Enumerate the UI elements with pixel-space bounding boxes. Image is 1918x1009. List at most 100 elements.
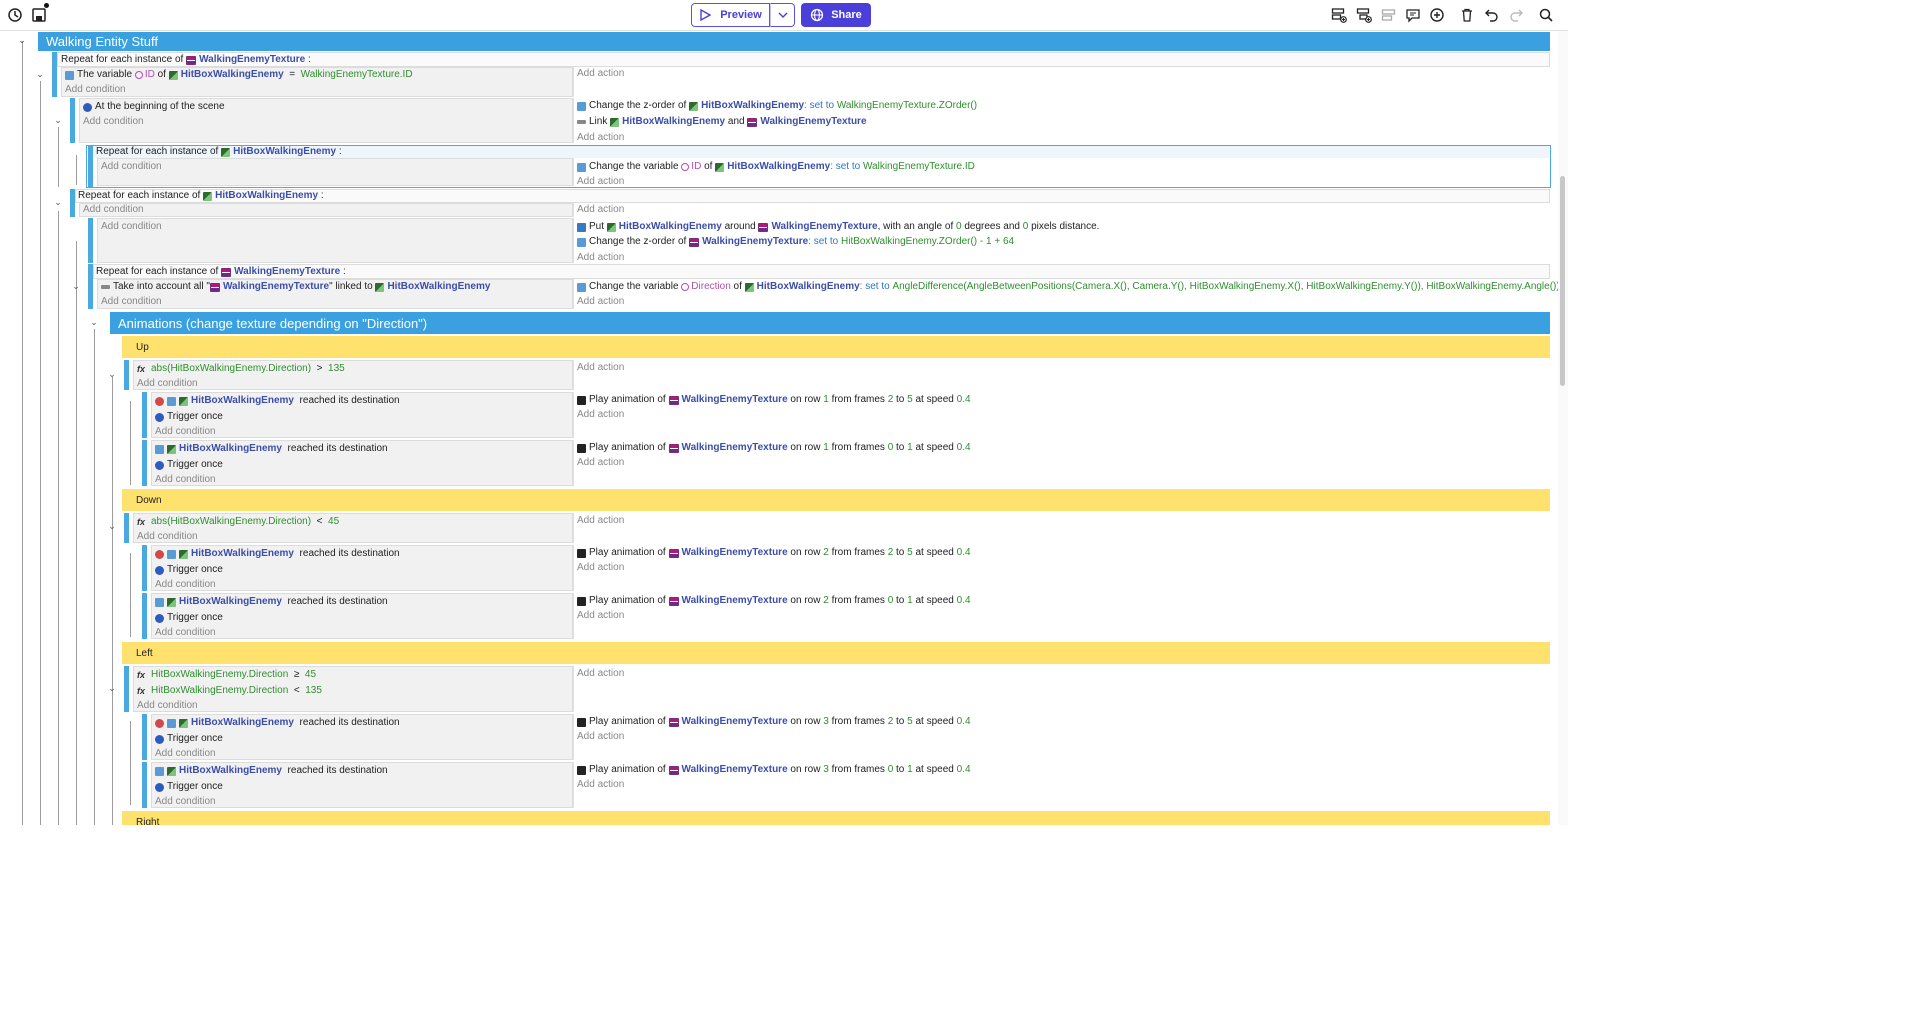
add-condition-link[interactable]: Add condition (155, 474, 216, 486)
comment-up[interactable]: Up (122, 336, 1550, 358)
add-more-icon[interactable] (1428, 6, 1446, 24)
action-play-animation[interactable]: Play animation of WalkingEnemyTexture on… (577, 716, 971, 728)
add-condition-link[interactable]: Add condition (101, 161, 162, 173)
collapse-chevron-icon[interactable]: ⌄ (54, 197, 62, 208)
action-play-animation[interactable]: Play animation of WalkingEnemyTexture on… (577, 595, 971, 607)
condition-trigger-once[interactable]: Trigger once (155, 411, 223, 423)
condition-expression[interactable]: fx HitBoxWalkingEnemy.Direction < 135 (137, 685, 322, 697)
add-action-link[interactable]: Add action (577, 68, 624, 80)
add-comment-icon[interactable] (1404, 6, 1422, 24)
condition-reached-destination-inverted[interactable]: HitBoxWalkingEnemy reached its destinati… (155, 717, 400, 729)
delete-icon[interactable] (1458, 6, 1476, 24)
action-play-animation[interactable]: Play animation of WalkingEnemyTexture on… (577, 547, 971, 559)
condition-reached-destination-inverted[interactable]: HitBoxWalkingEnemy reached its destinati… (155, 395, 400, 407)
add-action-link[interactable]: Add action (577, 176, 624, 188)
vertical-scrollbar[interactable] (1558, 31, 1568, 825)
condition-take-into-account[interactable]: Take into account all " WalkingEnemyText… (101, 281, 490, 293)
preview-label: Preview (720, 9, 762, 21)
undo-icon[interactable] (1483, 6, 1501, 24)
search-icon[interactable] (1537, 6, 1555, 24)
add-condition-link[interactable]: Add condition (137, 378, 198, 390)
condition-scene-begin[interactable]: At the beginning of the scene (83, 101, 225, 113)
redo-icon[interactable] (1507, 6, 1525, 24)
add-condition-link[interactable]: Add condition (137, 700, 198, 712)
comment-left[interactable]: Left (122, 642, 1550, 664)
action-change-variable-direction[interactable]: Change the variable Direction of HitBoxW… (577, 281, 1560, 293)
group-walking-entity-stuff[interactable]: Walking Entity Stuff (38, 32, 1550, 51)
condition-expression[interactable]: fx HitBoxWalkingEnemy.Direction ≥ 45 (137, 669, 316, 681)
position-icon (577, 222, 586, 232)
add-action-link[interactable]: Add action (577, 362, 624, 374)
add-action-link[interactable]: Add action (577, 515, 624, 527)
add-action-link[interactable]: Add action (577, 562, 624, 574)
add-condition-link[interactable]: Add condition (155, 796, 216, 808)
condition-expression[interactable]: fx abs(HitBoxWalkingEnemy.Direction) < 45 (137, 516, 339, 528)
preview-button[interactable]: Preview (691, 3, 770, 27)
condition-expression[interactable]: fx abs(HitBoxWalkingEnemy.Direction) > 13… (137, 363, 345, 375)
history-icon[interactable] (6, 6, 24, 24)
condition-reached-destination[interactable]: HitBoxWalkingEnemy reached its destinati… (155, 765, 388, 777)
add-condition-link[interactable]: Add condition (65, 84, 126, 96)
collapse-chevron-icon[interactable]: ⌄ (54, 115, 62, 126)
add-subevent-icon[interactable] (1355, 6, 1373, 24)
condition-trigger-once[interactable]: Trigger once (155, 733, 223, 745)
action-change-zorder[interactable]: Change the z-order of WalkingEnemyTextur… (577, 236, 1014, 248)
action-put-around[interactable]: Put HitBoxWalkingEnemy around WalkingEne… (577, 221, 1099, 233)
add-action-link[interactable]: Add action (577, 409, 624, 421)
add-action-link[interactable]: Add action (577, 252, 624, 264)
add-condition-link[interactable]: Add condition (155, 748, 216, 760)
sprite-texture-icon (747, 117, 758, 127)
add-event-icon[interactable] (1330, 6, 1348, 24)
trigger-once-icon (155, 460, 164, 470)
add-condition-link[interactable]: Add condition (155, 426, 216, 438)
collapse-chevron-icon[interactable]: ⌄ (90, 317, 98, 328)
condition-variable[interactable]: The variable ID of HitBoxWalkingEnemy = … (65, 69, 413, 81)
group-animations[interactable]: Animations (change texture depending on … (110, 312, 1550, 334)
condition-reached-destination[interactable]: HitBoxWalkingEnemy reached its destinati… (155, 443, 388, 455)
condition-trigger-once[interactable]: Trigger once (155, 781, 223, 793)
conditions-block (97, 158, 573, 186)
add-condition-link[interactable]: Add condition (83, 116, 144, 128)
add-condition-link[interactable]: Add condition (155, 627, 216, 639)
scrollbar-thumb[interactable] (1560, 176, 1565, 386)
conditions-block (79, 203, 573, 217)
condition-trigger-once[interactable]: Trigger once (155, 612, 223, 624)
add-action-link[interactable]: Add action (577, 457, 624, 469)
condition-trigger-once[interactable]: Trigger once (155, 564, 223, 576)
toggle-disabled-icon[interactable] (1380, 6, 1398, 24)
add-condition-link[interactable]: Add condition (155, 579, 216, 591)
condition-trigger-once[interactable]: Trigger once (155, 459, 223, 471)
collapse-chevron-icon[interactable]: ⌄ (36, 69, 44, 80)
add-action-link[interactable]: Add action (577, 204, 624, 216)
collapse-chevron-icon[interactable]: ⌄ (108, 369, 116, 380)
action-play-animation[interactable]: Play animation of WalkingEnemyTexture on… (577, 442, 971, 454)
preview-dropdown-button[interactable] (770, 3, 795, 27)
save-icon[interactable] (30, 6, 48, 24)
add-condition-link[interactable]: Add condition (137, 531, 198, 543)
condition-reached-destination[interactable]: HitBoxWalkingEnemy reached its destinati… (155, 596, 388, 608)
add-action-link[interactable]: Add action (577, 731, 624, 743)
action-change-variable-id[interactable]: Change the variable ID of HitBoxWalkingE… (577, 161, 975, 173)
comment-down[interactable]: Down (122, 489, 1550, 511)
add-condition-link[interactable]: Add condition (83, 204, 144, 216)
comment-right[interactable]: Right (122, 811, 1550, 825)
action-play-animation[interactable]: Play animation of WalkingEnemyTexture on… (577, 394, 971, 406)
trigger-once-icon (155, 412, 164, 422)
action-link-objects[interactable]: Link HitBoxWalkingEnemy and WalkingEnemy… (577, 116, 867, 128)
add-action-link[interactable]: Add action (577, 132, 624, 144)
action-play-animation[interactable]: Play animation of WalkingEnemyTexture on… (577, 764, 971, 776)
add-condition-link[interactable]: Add condition (101, 221, 162, 233)
condition-reached-destination-inverted[interactable]: HitBoxWalkingEnemy reached its destinati… (155, 548, 400, 560)
pathfinding-icon (167, 396, 176, 406)
collapse-chevron-icon[interactable]: ⌄ (18, 35, 26, 46)
collapse-chevron-icon[interactable]: ⌄ (108, 683, 116, 694)
add-action-link[interactable]: Add action (577, 296, 624, 308)
add-action-link[interactable]: Add action (577, 610, 624, 622)
add-action-link[interactable]: Add action (577, 779, 624, 791)
share-button[interactable]: Share (801, 3, 871, 27)
add-action-link[interactable]: Add action (577, 668, 624, 680)
action-change-zorder[interactable]: Change the z-order of HitBoxWalkingEnemy… (577, 100, 977, 112)
add-condition-link[interactable]: Add condition (101, 296, 162, 308)
collapse-chevron-icon[interactable]: ⌄ (72, 281, 80, 292)
collapse-chevron-icon[interactable]: ⌄ (108, 521, 116, 532)
